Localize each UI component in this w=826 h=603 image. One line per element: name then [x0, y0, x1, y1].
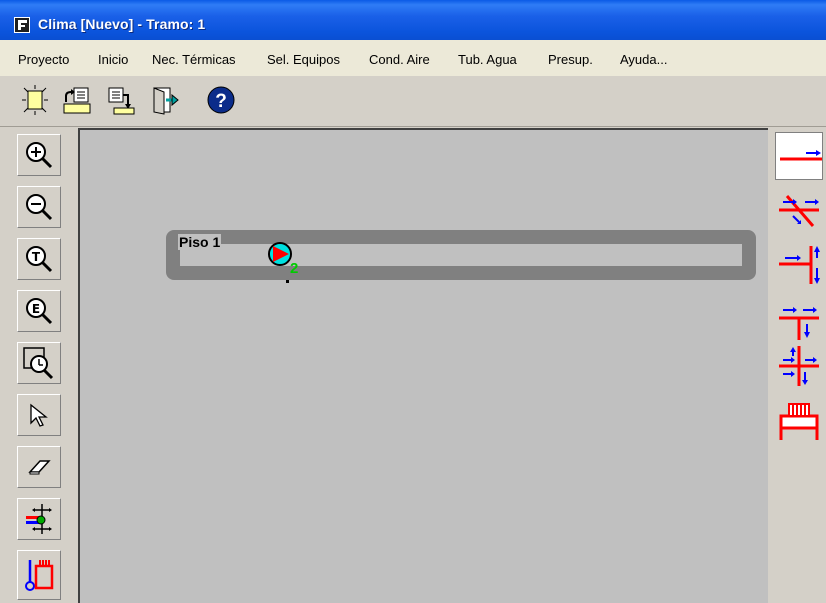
- move-node-icon[interactable]: [17, 498, 61, 540]
- pump-node-number: 2: [290, 260, 299, 277]
- radiator-connection-icon[interactable]: [17, 550, 61, 600]
- menu-bar: Proyecto Inicio Nec. Térmicas Sel. Equip…: [0, 40, 826, 76]
- svg-text:T: T: [32, 250, 41, 264]
- pipe-cross-diagonal-icon[interactable]: [775, 186, 823, 234]
- svg-text:?: ?: [215, 91, 227, 112]
- zoom-extents-icon[interactable]: E: [17, 290, 61, 332]
- floor-label: Piso 1: [178, 234, 222, 250]
- pipe-segment-icon[interactable]: [775, 132, 823, 180]
- menu-ayuda[interactable]: Ayuda...: [620, 52, 667, 67]
- zoom-window-icon[interactable]: [17, 342, 61, 384]
- menu-nec-termicas[interactable]: Nec. Térmicas: [152, 52, 236, 67]
- pipe-tee-right-icon[interactable]: [775, 240, 823, 288]
- exit-door-icon[interactable]: [150, 84, 180, 116]
- help-icon[interactable]: ?: [206, 84, 236, 116]
- app-f-icon[interactable]: [14, 17, 30, 33]
- pipe-cross-icon[interactable]: [775, 342, 823, 390]
- node-point: [286, 280, 289, 283]
- title-bar: Clima [Nuevo] - Tramo: 1: [0, 0, 826, 40]
- pipe-tee-down-icon[interactable]: [775, 294, 823, 342]
- radiator-icon[interactable]: [775, 394, 823, 442]
- menu-proyecto[interactable]: Proyecto: [18, 52, 69, 67]
- floor-band-inner: [180, 244, 742, 266]
- new-document-icon[interactable]: [20, 84, 50, 116]
- drawing-canvas[interactable]: Piso 1 2: [78, 128, 768, 603]
- menu-sel-equipos[interactable]: Sel. Equipos: [267, 52, 340, 67]
- menu-cond-aire[interactable]: Cond. Aire: [369, 52, 430, 67]
- zoom-out-icon[interactable]: [17, 186, 61, 228]
- svg-text:E: E: [32, 302, 40, 316]
- menu-tub-agua[interactable]: Tub. Agua: [458, 52, 517, 67]
- save-document-icon[interactable]: [106, 84, 136, 116]
- eraser-icon[interactable]: [17, 446, 61, 488]
- zoom-in-icon[interactable]: [17, 134, 61, 176]
- window-title: Clima [Nuevo] - Tramo: 1: [38, 16, 206, 32]
- select-pointer-icon[interactable]: [17, 394, 61, 436]
- menu-inicio[interactable]: Inicio: [98, 52, 128, 67]
- zoom-total-icon[interactable]: T: [17, 238, 61, 280]
- menu-presup[interactable]: Presup.: [548, 52, 593, 67]
- open-folder-icon[interactable]: [62, 84, 92, 116]
